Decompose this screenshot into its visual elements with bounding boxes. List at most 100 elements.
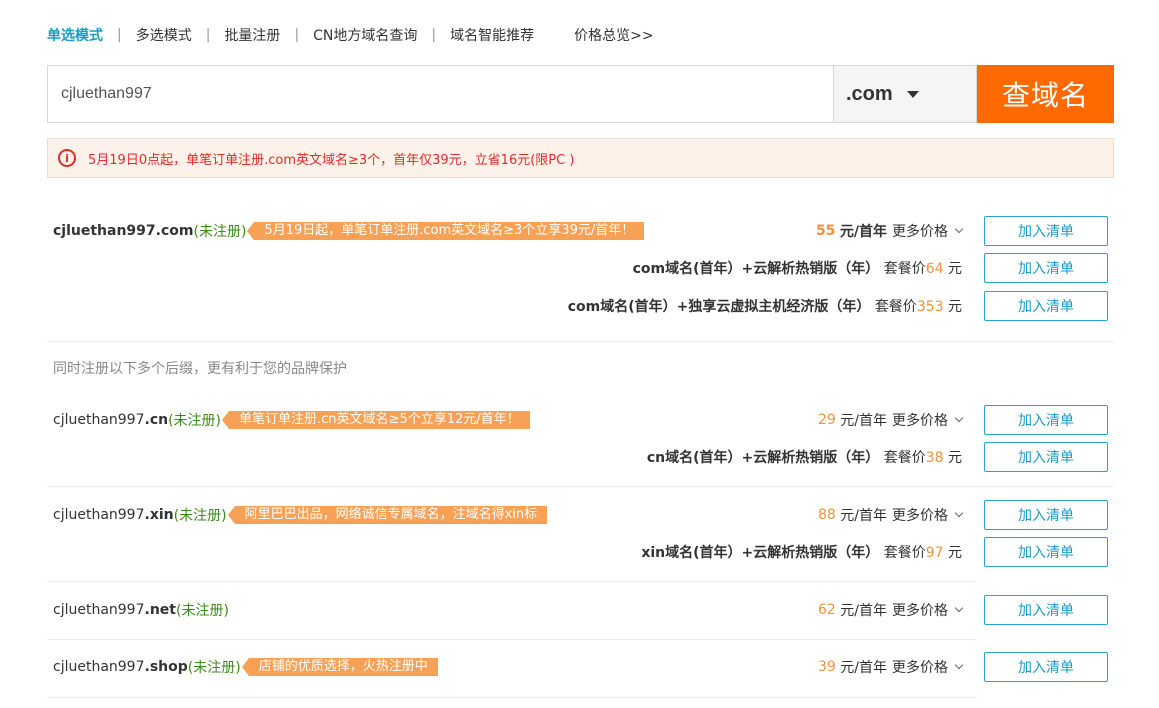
domain-status: (未注册) <box>187 660 241 676</box>
row-divider <box>47 581 977 582</box>
add-to-list-button[interactable]: 加入清单 <box>984 291 1108 321</box>
bundle-info: cn域名(首年）+云解析热销版（年） 套餐价38 元 <box>647 447 962 467</box>
row-divider <box>47 486 1114 487</box>
price-info: 39 元/首年 更多价格 <box>818 657 964 677</box>
more-prices-link[interactable]: 更多价格 <box>892 657 964 677</box>
price-unit: 元/首年 <box>840 413 887 429</box>
price-value: 29 <box>818 412 836 428</box>
bundle-row: cn域名(首年）+云解析热销版（年） 套餐价38 元 加入清单 <box>47 440 1114 474</box>
bundle-name: xin域名(首年）+云解析热销版（年） <box>641 545 880 561</box>
result-row-net: cjluethan997 .net (未注册) 62 元/首年 更多价格 加入清单 <box>47 593 1114 627</box>
result-row-com: cjluethan997 .com (未注册) 5月19日起，单笔订单注册.com英… <box>47 214 1114 248</box>
add-to-list-button[interactable]: 加入清单 <box>984 216 1108 246</box>
bundle-price: 64 <box>925 261 944 277</box>
bundle-price-label: 套餐价 <box>883 450 926 466</box>
bundle-info: com域名(首年）+云解析热销版（年） 套餐价64 元 <box>633 258 962 278</box>
bundle-price: 38 <box>925 450 944 466</box>
domain-name: cjluethan997 .shop (未注册) 店铺的优质选择，火热注册中 <box>53 657 438 677</box>
mode-tabs: 单选模式 | 多选模式 | 批量注册 | CN地方域名查询 | 域名智能推荐 价… <box>47 24 654 46</box>
notice-text: 5月19日0点起，单笔订单注册.com英文域名≥3个，首年仅39元，立省16元(… <box>88 152 575 168</box>
price-value: 62 <box>818 602 836 618</box>
chevron-down-icon <box>954 508 964 518</box>
bundle-name: com域名(首年）+独享云虚拟主机经济版（年） <box>567 299 871 315</box>
tab-batch-register[interactable]: 批量注册 <box>224 25 280 45</box>
domain-status: (未注册) <box>168 413 222 429</box>
chevron-down-icon <box>954 660 964 670</box>
result-row-shop: cjluethan997 .shop (未注册) 店铺的优质选择，火热注册中 39 … <box>47 650 1114 684</box>
bundle-price-unit: 元 <box>948 261 962 277</box>
add-to-list-button[interactable]: 加入清单 <box>984 405 1108 435</box>
domain-label: cjluethan997 <box>53 507 145 523</box>
add-to-list-button[interactable]: 加入清单 <box>984 500 1108 530</box>
add-to-list-button[interactable]: 加入清单 <box>984 652 1108 682</box>
tab-separator: | <box>205 27 211 43</box>
tab-separator: | <box>117 27 122 43</box>
domain-name: cjluethan997 .com (未注册) 5月19日起，单笔订单注册.com英… <box>53 221 645 241</box>
bundle-row: com域名(首年）+云解析热销版（年） 套餐价64 元 加入清单 <box>47 251 1114 285</box>
bundle-price-unit: 元 <box>948 299 962 315</box>
tld-selected-value: .com <box>846 82 893 105</box>
tab-single-mode[interactable]: 单选模式 <box>47 25 103 45</box>
bundle-price-label: 套餐价 <box>874 299 917 315</box>
price-overview-link[interactable]: 价格总览>> <box>574 25 653 45</box>
domain-name: cjluethan997 .net (未注册) <box>53 600 229 620</box>
add-to-list-button[interactable]: 加入清单 <box>984 537 1108 567</box>
domain-label: cjluethan997 <box>53 659 145 675</box>
add-to-list-button[interactable]: 加入清单 <box>984 595 1108 625</box>
domain-status: (未注册) <box>193 224 247 240</box>
domain-label: cjluethan997 <box>53 602 145 618</box>
row-divider <box>47 697 977 698</box>
tab-multi-mode[interactable]: 多选模式 <box>136 25 192 45</box>
promo-notice: i 5月19日0点起，单笔订单注册.com英文域名≥3个，首年仅39元，立省16… <box>47 138 1114 178</box>
search-domain-button[interactable]: 查域名 <box>977 65 1114 123</box>
bundle-row: com域名(首年）+独享云虚拟主机经济版（年） 套餐价353 元 加入清单 <box>47 289 1114 323</box>
more-prices-label: 更多价格 <box>892 603 948 619</box>
bundle-info: com域名(首年）+独享云虚拟主机经济版（年） 套餐价353 元 <box>568 296 962 316</box>
domain-search-input[interactable] <box>47 65 833 123</box>
more-prices-label: 更多价格 <box>892 660 948 676</box>
promo-tag: 5月19日起，单笔订单注册.com英文域名≥3个立享39元/首年！ <box>247 222 645 240</box>
result-row-xin: cjluethan997 .xin (未注册) 阿里巴巴出品，网络诚信专属域名，注域… <box>47 498 1114 532</box>
price-value: 39 <box>818 659 836 675</box>
bundle-price-label: 套餐价 <box>883 545 926 561</box>
domain-tld: .net <box>144 602 176 618</box>
section-divider <box>47 341 1114 342</box>
domain-tld: .com <box>155 223 194 239</box>
promo-tag: 阿里巴巴出品，网络诚信专属域名，注域名得xin标 <box>227 506 548 524</box>
add-to-list-button[interactable]: 加入清单 <box>984 253 1108 283</box>
more-prices-link[interactable]: 更多价格 <box>892 600 964 620</box>
tab-smart-recommend[interactable]: 域名智能推荐 <box>450 25 534 45</box>
domain-tld: .xin <box>144 507 174 523</box>
price-unit: 元/首年 <box>839 224 887 240</box>
more-prices-label: 更多价格 <box>892 224 948 240</box>
more-prices-link[interactable]: 更多价格 <box>892 410 964 430</box>
domain-status: (未注册) <box>173 508 227 524</box>
price-info: 62 元/首年 更多价格 <box>818 600 964 620</box>
price-value: 55 <box>815 223 836 239</box>
add-to-list-button[interactable]: 加入清单 <box>984 442 1108 472</box>
price-unit: 元/首年 <box>840 508 887 524</box>
tab-separator: | <box>294 27 300 43</box>
more-prices-label: 更多价格 <box>892 413 948 429</box>
promo-tag: 单笔订单注册.cn英文域名≥5个立享12元/首年！ <box>222 411 530 429</box>
domain-tld: .cn <box>144 412 169 428</box>
result-row-cn: cjluethan997 .cn (未注册) 单笔订单注册.cn英文域名≥5个立享1… <box>47 403 1114 437</box>
price-unit: 元/首年 <box>840 603 887 619</box>
more-prices-link[interactable]: 更多价格 <box>892 505 964 525</box>
domain-tld: .shop <box>144 659 188 675</box>
bundle-price: 97 <box>925 545 944 561</box>
tab-separator: | <box>431 27 437 43</box>
chevron-down-icon <box>954 413 964 423</box>
bundle-price-label: 套餐价 <box>883 261 926 277</box>
domain-name: cjluethan997 .cn (未注册) 单笔订单注册.cn英文域名≥5个立享1… <box>53 410 530 430</box>
promo-tag: 店铺的优质选择，火热注册中 <box>241 658 438 676</box>
price-info: 88 元/首年 更多价格 <box>818 505 964 525</box>
tld-dropdown[interactable]: .com <box>833 65 977 123</box>
price-info: 29 元/首年 更多价格 <box>818 410 964 430</box>
tab-cn-local-domain[interactable]: CN地方域名查询 <box>313 25 417 45</box>
row-divider <box>47 639 977 640</box>
domain-name: cjluethan997 .xin (未注册) 阿里巴巴出品，网络诚信专属域名，注域… <box>53 505 548 525</box>
bundle-name: com域名(首年）+云解析热销版（年） <box>632 261 880 277</box>
domain-label: cjluethan997 <box>53 223 156 239</box>
more-prices-link[interactable]: 更多价格 <box>892 221 964 241</box>
